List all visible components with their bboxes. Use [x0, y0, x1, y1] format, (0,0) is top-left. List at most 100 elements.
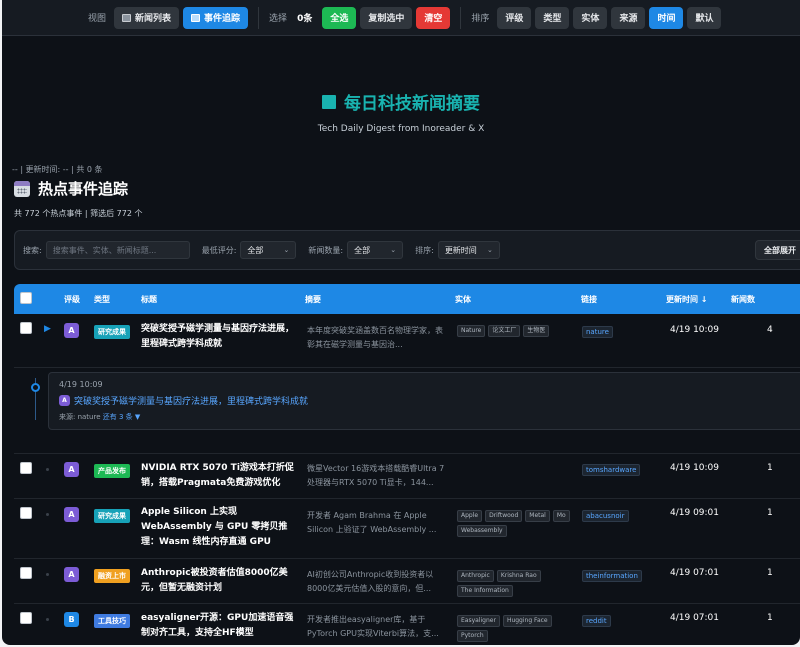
teal-square-icon: [322, 94, 336, 109]
entity-list: Easyaligner Hugging Face Pytorch: [457, 615, 575, 642]
top-toolbar: 视图 新闻列表 事件追踪 选择 0条 全选 复制选中 清空 排序 评级 类型 实…: [2, 0, 800, 36]
entity-chip[interactable]: Pytorch: [457, 630, 488, 642]
entity-chip[interactable]: Hugging Face: [502, 615, 552, 627]
list-icon: [122, 13, 132, 22]
header-grade[interactable]: 评级: [64, 294, 80, 305]
table-row[interactable]: B 工具技巧 easyaligner开源：GPU加速语音强制对齐工具，支持全HF…: [14, 604, 800, 645]
entity-list: Nature 论文工厂 生物医: [457, 325, 575, 337]
sort-default-button[interactable]: 默认: [687, 6, 722, 29]
source-link[interactable]: reddit: [582, 615, 611, 627]
row-checkbox[interactable]: [20, 322, 32, 334]
sort-group: 排序 评级 类型 实体 来源 时间 默认: [471, 6, 722, 29]
detail-title[interactable]: 突破奖授予磁学测量与基因疗法进展，里程碑式跨学科成就: [74, 394, 308, 407]
chevron-down-icon: ⌄: [486, 246, 493, 254]
bullet-dot-icon: [46, 618, 49, 621]
row-checkbox[interactable]: [20, 462, 32, 474]
entity-chip[interactable]: The Information: [457, 585, 513, 597]
header-summary[interactable]: 摘要: [305, 294, 321, 305]
event-summary: 开发者推出easyaligner库，基于PyTorch GPU实现Viterbi…: [307, 615, 439, 638]
min-grade-label: 最低评分:: [201, 245, 237, 255]
sort-entity-button[interactable]: 实体: [573, 6, 608, 29]
filter-bar: 搜索: 最低评分: 全部⌄ 新闻数量: 全部⌄ 排序: 更新时间⌄ 全部展开: [14, 230, 800, 270]
event-summary: 本年度突破奖涵盖数百名物理学家，表彰其在磁学测量与基因治...: [307, 326, 443, 349]
show-more-link[interactable]: 还有 3 条 ▼: [103, 413, 141, 421]
detail-source: 来源: nature 还有 3 条 ▼: [59, 413, 141, 421]
row-checkbox[interactable]: [20, 567, 32, 579]
event-title[interactable]: 突破奖授予磁学测量与基因疗法进展，里程碑式跨学科成就: [141, 322, 299, 352]
news-count-label: 新闻数量:: [308, 245, 344, 255]
app-window: 视图 新闻列表 事件追踪 选择 0条 全选 复制选中 清空 排序 评级 类型 实…: [2, 0, 800, 645]
search-input[interactable]: [45, 241, 190, 259]
type-badge: 研究成果: [94, 325, 130, 339]
news-list-button[interactable]: 新闻列表: [114, 6, 180, 29]
event-title[interactable]: Apple Silicon 上实现 WebAssembly 与 GPU 零拷贝推…: [141, 505, 299, 550]
header-count[interactable]: 新闻数: [731, 294, 755, 305]
entity-chip[interactable]: Krishna Rao: [496, 570, 541, 582]
entity-chip[interactable]: Mo: [552, 510, 570, 522]
entity-chip[interactable]: Apple: [457, 510, 483, 522]
entity-chip[interactable]: Driftwood: [485, 510, 523, 522]
clear-button[interactable]: 清空: [416, 6, 451, 29]
source-link[interactable]: nature: [582, 326, 613, 338]
entity-chip[interactable]: Easyaligner: [457, 615, 500, 627]
header-type[interactable]: 类型: [94, 294, 110, 305]
entity-chip[interactable]: Webassembly: [457, 525, 507, 537]
chevron-down-icon: ⌄: [390, 246, 397, 254]
event-title[interactable]: NVIDIA RTX 5070 Ti游戏本打折促销，搭载Pragmata免费游戏…: [141, 461, 299, 491]
chevron-down-icon: ⌄: [283, 246, 290, 254]
bullet-dot-icon: [46, 573, 49, 576]
sort-source-button[interactable]: 来源: [611, 6, 646, 29]
event-summary: 开发者 Agam Brahma 在 Apple Silicon 上验证了 Web…: [307, 511, 437, 534]
event-stats: 共 772 个热点事件 | 筛选后 772 个: [14, 209, 143, 218]
source-link[interactable]: tomshardware: [582, 464, 641, 476]
sort-time-button[interactable]: 时间: [649, 6, 684, 29]
grade-badge: A: [64, 507, 79, 522]
type-badge: 融资上市: [94, 569, 130, 583]
grade-badge: A: [64, 567, 79, 582]
type-badge: 产品发布: [94, 464, 130, 478]
table-row[interactable]: A 产品发布 NVIDIA RTX 5070 Ti游戏本打折促销，搭载Pragm…: [14, 454, 800, 499]
event-tracking-button[interactable]: 事件追踪: [183, 6, 249, 29]
sort-type-button[interactable]: 类型: [535, 6, 570, 29]
event-title[interactable]: Anthropic被投资者估值8000亿美元，但暂无融资计划: [141, 566, 299, 596]
entity-chip[interactable]: Nature: [457, 325, 486, 337]
page-title: 每日科技新闻摘要: [322, 89, 480, 114]
header-updated[interactable]: 更新时间 ↓: [666, 294, 708, 305]
table-row[interactable]: A 研究成果 Apple Silicon 上实现 WebAssembly 与 G…: [14, 499, 800, 559]
select-all-checkbox[interactable]: [20, 292, 32, 304]
table-row[interactable]: ▶ A 研究成果 突破奖授予磁学测量与基因疗法进展，里程碑式跨学科成就 本年度突…: [14, 314, 800, 368]
min-grade-select[interactable]: 全部 ⌄: [240, 241, 297, 259]
events-table: 评级 类型 标题 摘要 实体 链接 更新时间 ↓ 新闻数 ▶ A 研究成果 突破…: [14, 284, 800, 645]
grade-badge: B: [64, 612, 79, 627]
table-row[interactable]: A 融资上市 Anthropic被投资者估值8000亿美元，但暂无融资计划 AI…: [14, 559, 800, 604]
event-title[interactable]: easyaligner开源：GPU加速语音强制对齐工具，支持全HF模型: [141, 611, 299, 641]
header-link[interactable]: 链接: [581, 294, 597, 305]
select-group: 选择 0条 全选 复制选中 清空: [269, 6, 451, 29]
entity-chip[interactable]: Anthropic: [457, 570, 494, 582]
timeline-card: 4/19 10:09 A 突破奖授予磁学测量与基因疗法进展，里程碑式跨学科成就 …: [48, 372, 800, 430]
type-badge: 研究成果: [94, 509, 130, 523]
news-count: 1: [767, 508, 773, 518]
selected-count: 0条: [297, 14, 313, 24]
view-label: 视图: [88, 14, 107, 24]
header-title[interactable]: 标题: [141, 294, 157, 305]
source-link[interactable]: theinformation: [582, 570, 642, 582]
row-checkbox[interactable]: [20, 507, 32, 519]
detail-news-link[interactable]: A 突破奖授予磁学测量与基因疗法进展，里程碑式跨学科成就: [59, 394, 800, 407]
entity-chip[interactable]: 论文工厂: [488, 325, 521, 337]
source-link[interactable]: abacusnoir: [582, 510, 629, 522]
update-time: 4/19 10:09: [670, 325, 720, 335]
header-entities[interactable]: 实体: [455, 294, 471, 305]
toolbar-divider: [258, 6, 260, 29]
copy-selected-button[interactable]: 复制选中: [360, 6, 413, 29]
entity-list: Apple Driftwood Metal Mo Webassembly: [457, 510, 575, 537]
row-checkbox[interactable]: [20, 612, 32, 624]
expand-all-button[interactable]: 全部展开: [755, 240, 800, 260]
news-count-select[interactable]: 全部 ⌄: [347, 241, 404, 259]
entity-chip[interactable]: Metal: [525, 510, 550, 522]
select-all-button[interactable]: 全选: [322, 6, 357, 29]
sort-grade-button[interactable]: 评级: [497, 6, 532, 29]
expand-arrow-icon[interactable]: ▶: [44, 324, 51, 334]
sort-select[interactable]: 更新时间 ⌄: [437, 241, 500, 259]
entity-chip[interactable]: 生物医: [523, 325, 550, 337]
